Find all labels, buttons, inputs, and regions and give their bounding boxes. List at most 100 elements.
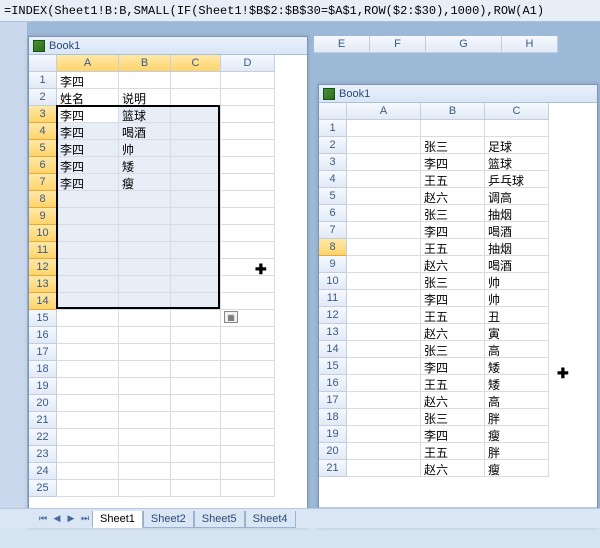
cell-B21[interactable] (119, 412, 171, 429)
cell-B18[interactable]: 张三 (421, 409, 485, 426)
row-header-19[interactable]: 19 (319, 426, 347, 443)
cell-C14[interactable]: 高 (485, 341, 549, 358)
row-header-13[interactable]: 13 (29, 276, 57, 293)
cell-D8[interactable] (221, 191, 275, 208)
row-header-15[interactable]: 15 (319, 358, 347, 375)
cell-A19[interactable] (57, 378, 119, 395)
cell-D12[interactable] (221, 259, 275, 276)
cell-D16[interactable] (221, 327, 275, 344)
cell-A3[interactable] (347, 154, 421, 171)
cell-A16[interactable] (347, 375, 421, 392)
cell-B10[interactable]: 张三 (421, 273, 485, 290)
row-header-7[interactable]: 7 (29, 174, 57, 191)
cell-B15[interactable] (119, 310, 171, 327)
cell-D4[interactable] (221, 123, 275, 140)
row-header-24[interactable]: 24 (29, 463, 57, 480)
col-header-B[interactable]: B (119, 55, 171, 72)
row-header-4[interactable]: 4 (29, 123, 57, 140)
cell-B24[interactable] (119, 463, 171, 480)
cell-C21[interactable] (171, 412, 221, 429)
cell-A7[interactable]: 李四 (57, 174, 119, 191)
autofill-options-icon[interactable]: ▦ (224, 311, 238, 323)
row-header-5[interactable]: 5 (29, 140, 57, 157)
cell-A17[interactable] (57, 344, 119, 361)
cell-A5[interactable]: 李四 (57, 140, 119, 157)
row-header-3[interactable]: 3 (29, 106, 57, 123)
cell-B8[interactable]: 王五 (421, 239, 485, 256)
cell-B16[interactable]: 王五 (421, 375, 485, 392)
cell-D20[interactable] (221, 395, 275, 412)
cell-A14[interactable] (57, 293, 119, 310)
cell-A21[interactable] (57, 412, 119, 429)
tab-Sheet4[interactable]: Sheet4 (245, 511, 296, 528)
cell-C12[interactable]: 丑 (485, 307, 549, 324)
cell-A6[interactable]: 李四 (57, 157, 119, 174)
cell-C3[interactable]: 篮球 (485, 154, 549, 171)
workbook-title-bar[interactable]: Book1 (29, 37, 307, 55)
cell-B17[interactable]: 赵六 (421, 392, 485, 409)
row-header-20[interactable]: 20 (29, 395, 57, 412)
cell-C21[interactable]: 瘦 (485, 460, 549, 477)
row-header-9[interactable]: 9 (29, 208, 57, 225)
tab-nav-last-icon[interactable]: ⏭ (78, 512, 92, 526)
cell-B11[interactable]: 李四 (421, 290, 485, 307)
cell-C16[interactable]: 矮 (485, 375, 549, 392)
cell-C6[interactable]: 抽烟 (485, 205, 549, 222)
cell-A13[interactable] (57, 276, 119, 293)
row-header-7[interactable]: 7 (319, 222, 347, 239)
tab-nav-prev-icon[interactable]: ◀ (50, 512, 64, 526)
cell-A11[interactable] (57, 242, 119, 259)
row-header-11[interactable]: 11 (319, 290, 347, 307)
cell-B1[interactable] (421, 120, 485, 137)
cell-A20[interactable] (57, 395, 119, 412)
cell-D19[interactable] (221, 378, 275, 395)
cell-D22[interactable] (221, 429, 275, 446)
select-all-corner[interactable] (319, 103, 347, 120)
row-header-6[interactable]: 6 (319, 205, 347, 222)
cell-A8[interactable] (57, 191, 119, 208)
cell-C4[interactable]: 乒乓球 (485, 171, 549, 188)
cell-A1[interactable] (347, 120, 421, 137)
row-header-1[interactable]: 1 (29, 72, 57, 89)
row-header-16[interactable]: 16 (319, 375, 347, 392)
cell-B18[interactable] (119, 361, 171, 378)
row-header-14[interactable]: 14 (29, 293, 57, 310)
cell-A4[interactable] (347, 171, 421, 188)
cell-C16[interactable] (171, 327, 221, 344)
cell-A22[interactable] (57, 429, 119, 446)
workbook-title-bar[interactable]: Book1 (319, 85, 597, 103)
row-header-16[interactable]: 16 (29, 327, 57, 344)
col-header-B[interactable]: B (421, 103, 485, 120)
cell-B4[interactable]: 喝酒 (119, 123, 171, 140)
cell-B2[interactable]: 说明 (119, 89, 171, 106)
cell-C23[interactable] (171, 446, 221, 463)
cell-A4[interactable]: 李四 (57, 123, 119, 140)
row-header-19[interactable]: 19 (29, 378, 57, 395)
cell-A11[interactable] (347, 290, 421, 307)
cell-B5[interactable]: 帅 (119, 140, 171, 157)
cell-B11[interactable] (119, 242, 171, 259)
cell-C22[interactable] (171, 429, 221, 446)
cell-C10[interactable]: 帅 (485, 273, 549, 290)
col-header-C[interactable]: C (171, 55, 221, 72)
row-header-12[interactable]: 12 (319, 307, 347, 324)
cell-B12[interactable] (119, 259, 171, 276)
cell-A15[interactable] (57, 310, 119, 327)
cell-D14[interactable] (221, 293, 275, 310)
cell-C10[interactable] (171, 225, 221, 242)
row-header-10[interactable]: 10 (319, 273, 347, 290)
cell-D23[interactable] (221, 446, 275, 463)
cell-C25[interactable] (171, 480, 221, 497)
cell-B13[interactable]: 赵六 (421, 324, 485, 341)
row-header-20[interactable]: 20 (319, 443, 347, 460)
cell-A3[interactable]: 李四 (57, 106, 119, 123)
cell-C4[interactable] (171, 123, 221, 140)
row-header-3[interactable]: 3 (319, 154, 347, 171)
row-header-11[interactable]: 11 (29, 242, 57, 259)
cell-D2[interactable] (221, 89, 275, 106)
cell-D11[interactable] (221, 242, 275, 259)
cell-C8[interactable] (171, 191, 221, 208)
row-header-6[interactable]: 6 (29, 157, 57, 174)
cell-C1[interactable] (485, 120, 549, 137)
cell-D5[interactable] (221, 140, 275, 157)
